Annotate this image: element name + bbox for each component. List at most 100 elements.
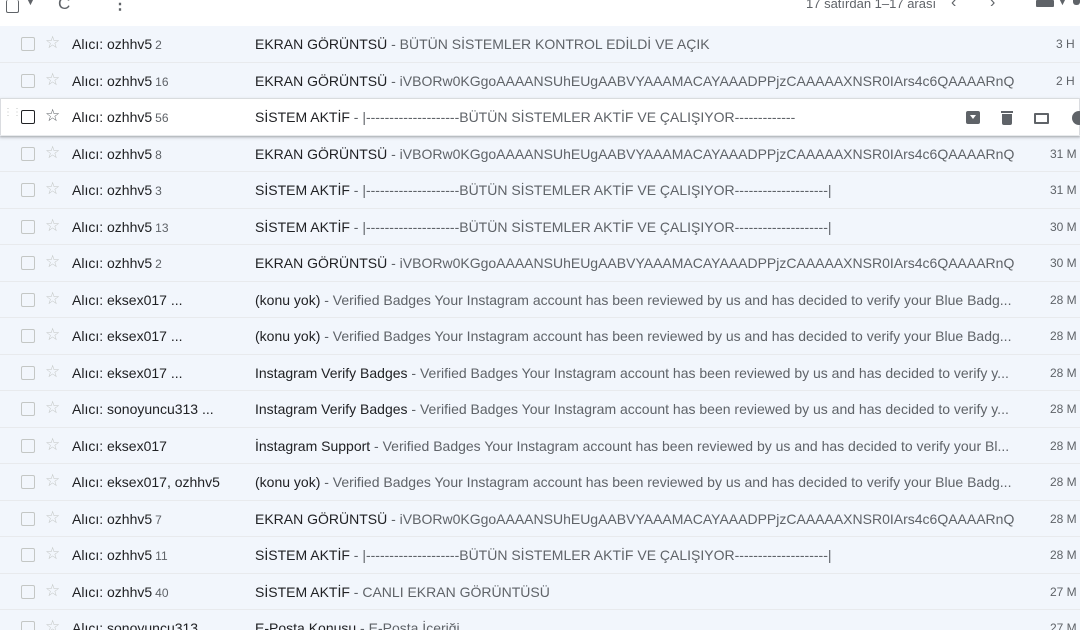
chevron-right-icon[interactable]: ›: [990, 0, 995, 12]
more-vert-icon[interactable]: ⋮: [112, 0, 128, 14]
email-subject: (konu yok): [255, 291, 321, 308]
star-icon[interactable]: ☆: [45, 508, 60, 527]
email-content[interactable]: EKRAN GÖRÜNTSÜ - iVBORw0KGgoAAAANSUhEUgA…: [255, 73, 1015, 89]
email-content[interactable]: E-Posta Konusu - E-Posta İçeriği: [255, 620, 1015, 630]
email-date: 30 M: [1050, 256, 1077, 270]
row-checkbox[interactable]: [21, 219, 35, 234]
email-snippet: - |--------------------BÜTÜN SİSTEMLER A…: [349, 109, 795, 125]
row-checkbox[interactable]: [21, 475, 35, 489]
email-row[interactable]: ☆ Alıcı: sonoyuncu313 E-Posta Konusu - E-P…: [0, 610, 1080, 630]
sender: Alıcı: eksex017 ...: [72, 328, 242, 344]
input-tools-caret-icon[interactable]: ▼: [1058, 0, 1067, 7]
email-row[interactable]: ☆ Alıcı: ozhhv5 16 EKRAN GÖRÜNTSÜ - iVBORw0…: [0, 62, 1080, 99]
row-checkbox[interactable]: [21, 511, 35, 526]
email-content[interactable]: SİSTEM AKTİF - |--------------------BÜTÜ…: [255, 182, 1015, 198]
email-content[interactable]: EKRAN GÖRÜNTSÜ - BÜTÜN SİSTEMLER KONTROL…: [255, 36, 1015, 52]
sender: Alıcı: ozhhv5 13: [72, 219, 242, 235]
sender-name: Alıcı: eksex017 ...: [72, 328, 183, 344]
clock-icon[interactable]: [1064, 108, 1080, 128]
star-icon[interactable]: ☆: [45, 180, 60, 198]
email-row[interactable]: ☆ Alıcı: eksex017 ... Instagram Verify Bad…: [0, 354, 1080, 391]
sender: Alıcı: ozhhv5 2: [72, 36, 242, 52]
row-checkbox[interactable]: [21, 183, 35, 197]
sender: Alıcı: ozhhv5 16: [72, 73, 242, 89]
sender-name: Alıcı: ozhhv5: [72, 36, 153, 52]
email-content[interactable]: EKRAN GÖRÜNTSÜ - iVBORw0KGgoAAAANSUhEUgA…: [255, 511, 1015, 527]
email-row[interactable]: ☆ Alıcı: ozhhv5 2 EKRAN GÖRÜNTSÜ - BÜTÜN Sİ…: [0, 26, 1080, 63]
email-row[interactable]: ☆ Alıcı: ozhhv5 8 EKRAN GÖRÜNTSÜ - iVBORw0K…: [0, 135, 1080, 172]
email-content[interactable]: (konu yok) - Verified Badges Your Instag…: [255, 474, 1015, 490]
email-row[interactable]: ⋮⋮ ☆ Alıcı: ozhhv5 56 SİSTEM AKTİF - |------…: [0, 99, 1080, 136]
star-icon[interactable]: ☆: [45, 472, 60, 490]
star-icon[interactable]: ☆: [45, 326, 60, 344]
email-subject: SİSTEM AKTİF: [255, 547, 350, 563]
row-checkbox[interactable]: [21, 329, 35, 343]
email-snippet: - Verified Badges Your Instagram account…: [407, 364, 1009, 381]
row-checkbox[interactable]: [21, 365, 35, 380]
email-content[interactable]: EKRAN GÖRÜNTSÜ - iVBORw0KGgoAAAANSUhEUgA…: [255, 146, 1015, 162]
chevron-left-icon[interactable]: ‹: [951, 0, 956, 12]
star-icon[interactable]: ☆: [45, 34, 60, 52]
keyboard-icon[interactable]: [1036, 0, 1054, 7]
email-date: 31 M: [1050, 146, 1077, 161]
star-icon[interactable]: ☆: [45, 143, 60, 162]
email-row[interactable]: ☆ Alıcı: eksex017, ozhhv5 (konu yok) - Ver…: [0, 464, 1080, 501]
row-checkbox[interactable]: [21, 402, 35, 416]
drag-handle-icon[interactable]: ⋮⋮: [3, 108, 22, 124]
email-content[interactable]: EKRAN GÖRÜNTSÜ - iVBORw0KGgoAAAANSUhEUgA…: [255, 255, 1015, 271]
star-icon[interactable]: ☆: [45, 435, 60, 454]
email-content[interactable]: SİSTEM AKTİF - |--------------------BÜTÜ…: [255, 547, 1015, 563]
star-icon[interactable]: ☆: [45, 581, 60, 600]
select-caret-icon[interactable]: ▼: [26, 0, 35, 7]
row-checkbox[interactable]: [21, 256, 35, 270]
email-content[interactable]: (konu yok) - Verified Badges Your Instag…: [255, 292, 1015, 308]
row-checkbox[interactable]: [21, 110, 35, 124]
email-content[interactable]: SİSTEM AKTİF - CANLI EKRAN GÖRÜNTÜSÜ: [255, 584, 1015, 600]
email-content[interactable]: SİSTEM AKTİF - |--------------------BÜTÜ…: [255, 219, 1015, 235]
email-row[interactable]: ☆ Alıcı: eksex017 ... (konu yok) - Verifie…: [0, 281, 1080, 318]
email-content[interactable]: İnstagram Support - Verified Badges Your…: [255, 438, 1015, 454]
select-all-checkbox[interactable]: [6, 0, 19, 13]
star-icon[interactable]: ☆: [45, 618, 60, 630]
email-row[interactable]: ☆ Alıcı: ozhhv5 2 EKRAN GÖRÜNTSÜ - iVBORw0K…: [0, 245, 1080, 282]
email-content[interactable]: Instagram Verify Badges - Verified Badge…: [255, 401, 1015, 417]
email-row[interactable]: ☆ Alıcı: eksex017 İnstagram Support - Veri…: [0, 427, 1080, 464]
row-checkbox[interactable]: [21, 292, 35, 307]
row-checkbox[interactable]: [21, 584, 35, 599]
sender-name: Alıcı: ozhhv5: [72, 510, 153, 527]
row-checkbox[interactable]: [21, 73, 35, 88]
email-row[interactable]: ☆ Alıcı: sonoyuncu313 ... Instagram Verify…: [0, 391, 1080, 428]
email-subject: (konu yok): [255, 474, 321, 490]
email-row[interactable]: ☆ Alıcı: ozhhv5 3 SİSTEM AKTİF - |---------…: [0, 172, 1080, 209]
row-checkbox[interactable]: [21, 146, 35, 161]
row-checkbox[interactable]: [21, 37, 35, 51]
refresh-icon[interactable]: C: [58, 0, 70, 14]
email-subject: (konu yok): [255, 328, 321, 344]
email-content[interactable]: SİSTEM AKTİF - |--------------------BÜTÜ…: [255, 109, 795, 125]
settings-icon[interactable]: [1073, 0, 1080, 5]
row-checkbox[interactable]: [21, 438, 35, 453]
star-icon[interactable]: ☆: [45, 362, 60, 381]
mark-read-icon[interactable]: [1030, 108, 1052, 128]
email-content[interactable]: (konu yok) - Verified Badges Your Instag…: [255, 328, 1015, 344]
trash-icon[interactable]: [996, 108, 1018, 128]
email-content[interactable]: Instagram Verify Badges - Verified Badge…: [255, 365, 1015, 381]
star-icon[interactable]: ☆: [45, 399, 60, 417]
star-icon[interactable]: ☆: [45, 253, 60, 271]
star-icon[interactable]: ☆: [45, 70, 60, 89]
star-icon[interactable]: ☆: [45, 107, 60, 125]
star-icon[interactable]: ☆: [45, 289, 60, 308]
email-subject: Instagram Verify Badges: [255, 401, 408, 417]
archive-icon[interactable]: [962, 108, 984, 128]
email-row[interactable]: ☆ Alıcı: ozhhv5 11 SİSTEM AKTİF - |--------…: [0, 537, 1080, 574]
email-snippet: - |--------------------BÜTÜN SİSTEMLER A…: [349, 182, 832, 198]
email-row[interactable]: ☆ Alıcı: ozhhv5 13 SİSTEM AKTİF - |--------…: [0, 208, 1080, 245]
star-icon[interactable]: ☆: [45, 545, 60, 563]
email-row[interactable]: ☆ Alıcı: eksex017 ... (konu yok) - Verifie…: [0, 318, 1080, 355]
email-row[interactable]: ☆ Alıcı: ozhhv5 7 EKRAN GÖRÜNTSÜ - iVBORw0K…: [0, 500, 1080, 537]
email-row[interactable]: ☆ Alıcı: ozhhv5 40 SİSTEM AKTİF - CANLI EKR…: [0, 573, 1080, 610]
row-checkbox[interactable]: [21, 621, 35, 630]
star-icon[interactable]: ☆: [45, 216, 60, 235]
sender-name: Alıcı: sonoyuncu313 ...: [72, 401, 214, 417]
row-checkbox[interactable]: [21, 548, 35, 562]
